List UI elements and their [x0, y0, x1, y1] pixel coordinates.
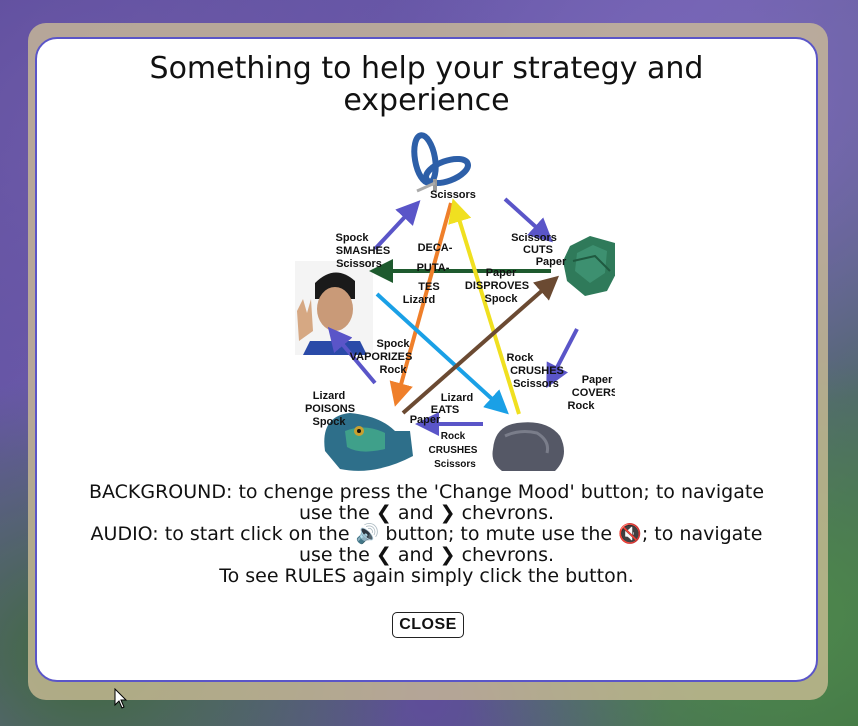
- instruction-text: chevrons.: [461, 544, 555, 566]
- instruction-line-2: use the ❮ and ❯ chevrons.: [37, 503, 816, 524]
- speaker-muted-icon: 🔇: [618, 523, 642, 545]
- label-spock-vaporizes-1: Spock: [376, 338, 410, 350]
- label-decapitates-3: TES: [418, 281, 439, 293]
- label-rock-crushes-mid-3: Scissors: [513, 378, 559, 390]
- instruction-text: and: [397, 502, 434, 524]
- title-line-2: experience: [343, 83, 510, 118]
- instruction-text: and: [397, 544, 434, 566]
- close-button[interactable]: CLOSE: [392, 612, 464, 638]
- paper-image: [563, 236, 615, 296]
- label-paper-disproves-2: DISPROVES: [465, 280, 529, 292]
- title-line-1: Something to help your strategy and: [149, 51, 704, 86]
- label-paper-disproves-1: Paper: [486, 267, 517, 279]
- label-spock-smashes-2: SMASHES: [336, 245, 390, 257]
- label-scissors-cuts-1: Scissors: [511, 232, 557, 244]
- label-scissors-cuts-3: Paper: [536, 256, 567, 268]
- label-scissors-cuts-2: CUTS: [523, 244, 553, 256]
- instruction-text: AUDIO: to start click on the: [90, 523, 350, 545]
- label-rock-crushes-bottom-2: CRUSHES: [429, 445, 478, 456]
- chevron-left-icon: ❮: [375, 544, 392, 566]
- instruction-text: button; to mute use the: [385, 523, 613, 545]
- chevron-right-icon: ❯: [439, 502, 456, 524]
- modal-title: Something to help your strategy and expe…: [37, 53, 816, 117]
- label-decapitates-1: DECA-: [418, 242, 453, 254]
- instructions-text: BACKGROUND: to chenge press the 'Change …: [37, 482, 816, 587]
- instruction-line-1: BACKGROUND: to chenge press the 'Change …: [88, 481, 765, 503]
- label-lizard-poisons-1: Lizard: [313, 390, 345, 402]
- label-lizard-poisons-2: POISONS: [305, 403, 355, 415]
- rules-diagram: Scissors Spock SMASHES Scissors Scissors…: [295, 132, 615, 471]
- label-decapitates-4: Lizard: [403, 294, 435, 306]
- instruction-text: use the: [298, 502, 370, 524]
- arrow-spock-smashes-scissors: [373, 200, 421, 251]
- speaker-on-icon: 🔊: [355, 523, 380, 545]
- label-rock-crushes-bottom-1: Rock: [441, 431, 466, 442]
- spock-image: [295, 261, 373, 355]
- label-lizard-eats-3: Paper: [410, 414, 441, 426]
- instruction-line-4: use the ❮ and ❯ chevrons.: [37, 545, 816, 566]
- label-lizard-poisons-3: Spock: [312, 416, 346, 428]
- label-spock-smashes-3: Scissors: [336, 258, 382, 270]
- label-scissors: Scissors: [430, 189, 476, 201]
- label-paper-covers-3: Rock: [568, 400, 596, 412]
- instruction-line-5: To see RULES again simply click the butt…: [219, 565, 634, 587]
- label-paper-covers-1: Paper: [582, 374, 613, 386]
- scissors-image: [411, 132, 471, 193]
- label-rock-crushes-mid-1: Rock: [507, 352, 535, 364]
- instruction-line-3: AUDIO: to start click on the 🔊 button; t…: [37, 524, 816, 545]
- label-paper-disproves-3: Spock: [484, 293, 518, 305]
- label-decapitates-2: PUTA-: [417, 262, 450, 274]
- label-rock-crushes-mid-2: CRUSHES: [510, 365, 564, 377]
- instruction-text: chevrons.: [461, 502, 555, 524]
- help-modal: Something to help your strategy and expe…: [35, 37, 818, 682]
- chevron-left-icon: ❮: [375, 502, 392, 524]
- label-spock-vaporizes-2: VAPORIZES: [350, 351, 413, 363]
- label-lizard-eats-1: Lizard: [441, 392, 473, 404]
- label-spock-vaporizes-3: Rock: [380, 364, 408, 376]
- mouse-cursor-icon: [114, 688, 128, 709]
- label-paper-covers-2: COVERS: [572, 387, 615, 399]
- instruction-text: ; to navigate: [641, 523, 763, 545]
- rock-image: [492, 422, 564, 471]
- label-rock-crushes-bottom-3: Scissors: [434, 459, 476, 470]
- chevron-right-icon: ❯: [439, 544, 456, 566]
- arrow-yellow: [448, 198, 521, 415]
- label-spock-smashes-1: Spock: [335, 232, 369, 244]
- instruction-text: use the: [298, 544, 370, 566]
